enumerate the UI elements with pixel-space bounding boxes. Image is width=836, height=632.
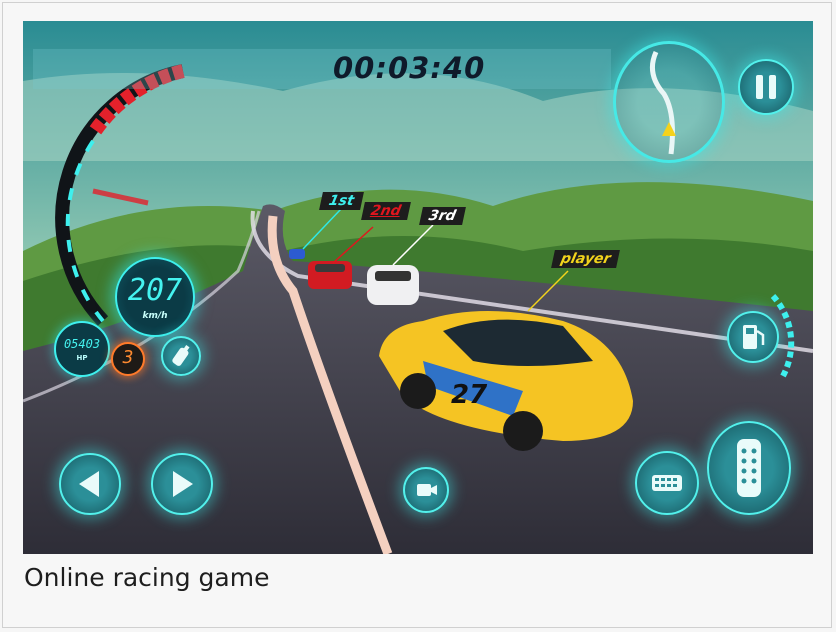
nitro-bottle-icon	[172, 345, 190, 366]
game-scene: 27 00:03:40 1st 2nd 3rd player 207 km/h …	[23, 21, 813, 554]
camera-icon	[417, 484, 437, 496]
position-tag-3rd: 3rd	[419, 207, 466, 225]
hp-unit: HP	[76, 354, 88, 362]
fuel-button[interactable]	[727, 311, 779, 363]
position-tag-2nd: 2nd	[361, 202, 411, 220]
position-label: 2nd	[369, 203, 403, 219]
race-timer: 00:03:40	[333, 51, 486, 85]
gas-button[interactable]	[707, 421, 791, 515]
arrow-left-icon	[79, 471, 99, 497]
figure-frame: 27 00:03:40 1st 2nd 3rd player 207 km/h …	[2, 2, 832, 628]
timer-bar	[33, 49, 611, 89]
gear-value: 3	[122, 347, 134, 368]
car-first	[289, 249, 305, 259]
fuel-pump-icon	[743, 325, 765, 349]
car-number: 27	[451, 380, 488, 410]
position-label: 1st	[327, 193, 356, 209]
brake-pedal-icon	[652, 475, 682, 491]
pause-icon	[756, 75, 776, 99]
minimap-track	[649, 50, 676, 155]
steer-left-button[interactable]	[59, 453, 121, 515]
pause-button[interactable]	[738, 59, 794, 115]
camera-button[interactable]	[403, 467, 449, 513]
nitro-button[interactable]	[161, 336, 201, 376]
position-tag-player: player	[551, 250, 621, 268]
gear-indicator: 3	[111, 342, 145, 376]
arrow-right-icon	[173, 471, 193, 497]
gas-pedal-icon	[737, 439, 761, 497]
car-second	[308, 261, 352, 289]
speed-value: 207	[127, 273, 183, 308]
position-label: player	[559, 251, 613, 267]
speed-readout: 207 km/h	[115, 257, 195, 337]
track-minimap	[613, 41, 725, 163]
brake-button[interactable]	[635, 451, 699, 515]
hp-value: 05403	[63, 337, 101, 351]
steer-right-button[interactable]	[151, 453, 213, 515]
position-tag-1st: 1st	[319, 192, 364, 210]
image-caption: Online racing game	[24, 563, 270, 592]
hp-readout: 05403 HP	[54, 321, 110, 377]
position-label: 3rd	[427, 208, 458, 224]
speed-unit: km/h	[142, 311, 168, 321]
car-third	[367, 265, 419, 305]
